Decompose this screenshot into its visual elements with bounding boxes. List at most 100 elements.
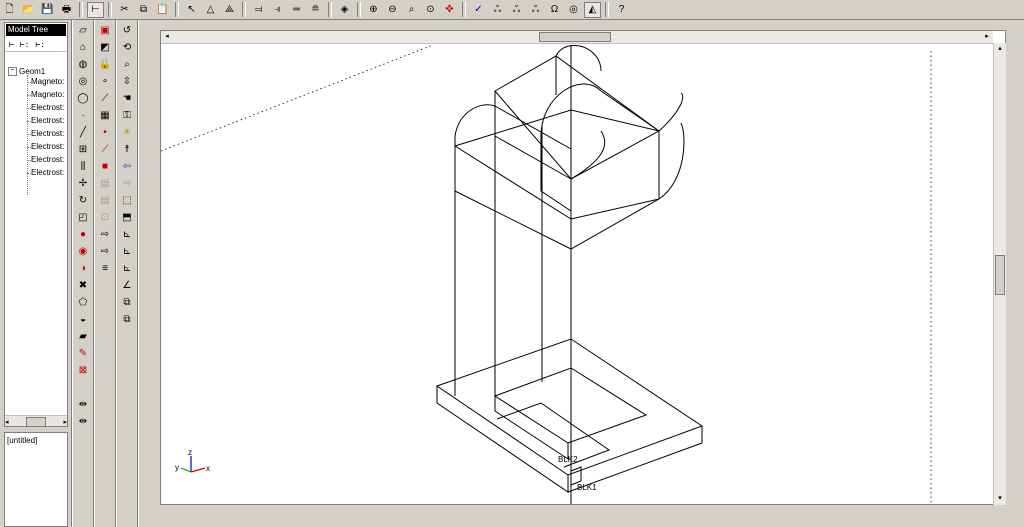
default-view-icon[interactable]: ∠ [119,277,135,294]
align-left-icon[interactable]: ⫤ [250,2,267,18]
backward-icon[interactable]: ⇨ [97,243,113,260]
triangle-icon[interactable]: △ [202,2,219,18]
face-icon[interactable]: ■ [97,158,113,175]
analyze-icon[interactable]: ஃ [489,2,506,18]
intersection-icon[interactable]: ◉ [75,243,91,260]
copy-icon[interactable]: ⧉ [135,2,152,18]
collapse-icon[interactable]: − [8,66,17,76]
viewport-horizontal-scrollbar[interactable]: ◂ ▸ [161,31,993,44]
rotate-icon[interactable]: ✜ [441,2,458,18]
align-top-icon[interactable]: ≘ [307,2,324,18]
tree-view-expand-icon[interactable]: ⊢: [20,40,30,49]
scroll-right-icon[interactable]: ▸ [63,418,67,426]
cube-view-icon[interactable]: ⬚ [119,192,135,209]
edge-icon[interactable]: ⟋ [97,141,113,158]
forward-icon[interactable]: ⇨ [97,226,113,243]
add-workplane-icon[interactable]: ⧉ [119,294,135,311]
scroll-up-icon[interactable]: ▴ [994,43,1006,55]
lamp-icon[interactable]: ☨ [119,141,135,158]
rotate-object-icon[interactable]: ↻ [75,192,91,209]
tree-view-flat-icon[interactable]: ⊢ [9,40,14,49]
vertical-scroll-thumb[interactable] [995,255,1005,295]
graphics-viewport[interactable]: BLK2 BLK1 z x y [160,30,1006,505]
delete-icon[interactable]: ⊠ [75,362,91,379]
lock-icon[interactable]: 🔒 [97,56,113,73]
array-icon[interactable]: ⊞ [75,141,91,158]
tree-item[interactable]: Magneto: [31,89,64,101]
cut-icon[interactable]: ✂ [116,2,133,18]
view-icon[interactable]: ◈ [336,2,353,18]
omega-icon[interactable]: Ω [546,2,563,18]
zoom-window-icon[interactable]: ⌕ [403,2,420,18]
analyze-multi-icon[interactable]: ஃ [508,2,525,18]
interval-alt-icon[interactable]: ⇹ [75,413,91,430]
viewport-vertical-scrollbar[interactable]: ▴ ▾ [993,43,1006,505]
analyze-alt-icon[interactable]: ஃ [527,2,544,18]
help-icon[interactable]: ? [613,2,630,18]
pencil-icon[interactable]: ✎ [75,345,91,362]
measure-icon[interactable]: ≡ [97,260,113,277]
sphere-icon[interactable]: ◍ [75,56,91,73]
cylinder-icon[interactable]: ◯ [75,90,91,107]
select-region-icon[interactable]: ◩ [97,39,113,56]
tree-item[interactable]: Electrost: [31,115,64,127]
horizontal-scroll-thumb[interactable] [539,32,611,42]
line-icon[interactable]: ╱ [75,124,91,141]
xy-plane-icon[interactable]: ⊾ [119,226,135,243]
pan-icon[interactable]: ⇳ [119,73,135,90]
extrude-icon[interactable]: ⬠ [75,294,91,311]
tree-item[interactable]: Electrost: [31,167,64,179]
torus-icon[interactable]: ◎ [75,73,91,90]
tree-toggle-icon[interactable]: ⊢ [87,1,104,18]
triangle-mesh-icon[interactable]: ⟁ [221,2,238,18]
tree-item[interactable]: Electrost: [31,154,64,166]
interval-icon[interactable]: ⇹ [75,396,91,413]
scroll-left-icon[interactable]: ◂ [5,418,9,426]
equal-icon[interactable]: ═ [288,2,305,18]
select-all-icon[interactable]: ▤ [97,175,113,192]
tree-item[interactable]: Electrost: [31,102,64,114]
zoom-fit-icon[interactable]: ⊙ [422,2,439,18]
scroll-right-icon[interactable]: ▸ [981,31,993,43]
edge-select-icon[interactable]: ⟋ [97,90,113,107]
tree-item[interactable]: Magneto: [31,76,64,88]
select-arrow-icon[interactable]: ↖ [183,2,200,18]
cube-alt-icon[interactable]: ⬒ [119,209,135,226]
zoom-out-icon[interactable]: ⊖ [384,2,401,18]
zoom-in-icon[interactable]: ⊕ [365,2,382,18]
tree-item[interactable]: Electrost: [31,141,64,153]
open-folder-icon[interactable]: 📂 [20,2,37,18]
mirror-icon[interactable]: ⫼ [75,158,91,175]
back-icon[interactable]: ⇦ [119,158,135,175]
block-icon[interactable]: ▱ [75,22,91,39]
orbit-icon[interactable]: ⟲ [119,39,135,56]
wireframe-scene[interactable]: BLK2 BLK1 z x y [161,31,1006,505]
embed-icon[interactable]: ▰ [75,328,91,345]
key-icon[interactable]: ⚿ [119,107,135,124]
cone-icon[interactable]: ⌂ [75,39,91,56]
align-right-icon[interactable]: ⫣ [269,2,286,18]
vertex-icon[interactable]: • [97,124,113,141]
point-icon[interactable]: · [75,107,91,124]
point-select-icon[interactable]: ∘ [97,73,113,90]
new-file-icon[interactable]: 🗋 [1,2,18,18]
zoom-icon[interactable]: ⌕ [119,56,135,73]
union-icon[interactable]: ● [75,226,91,243]
target-icon[interactable]: ◎ [565,2,582,18]
save-icon[interactable]: 💾 [39,2,56,18]
tree-view-detail-icon[interactable]: ⊢: [35,40,45,49]
create-pair-icon[interactable]: ⊡ [97,209,113,226]
difference-icon[interactable]: ◑ [75,260,91,277]
rotate-view-icon[interactable]: ↺ [119,22,135,39]
move-icon[interactable]: ✢ [75,175,91,192]
document-item[interactable]: [untitled] [5,433,67,448]
revolve-icon[interactable]: ◒ [75,311,91,328]
forward-view-icon[interactable]: ⇨ [119,175,135,192]
move-camera-icon[interactable]: ☚ [119,90,135,107]
scale-icon[interactable]: ◰ [75,209,91,226]
copy-workplane-icon[interactable]: ⧉ [119,311,135,328]
paste-icon[interactable]: 📋 [154,2,171,18]
split-icon[interactable]: ✖ [75,277,91,294]
face-select-icon[interactable]: ▦ [97,107,113,124]
camera-icon[interactable]: ◭ [584,1,601,18]
